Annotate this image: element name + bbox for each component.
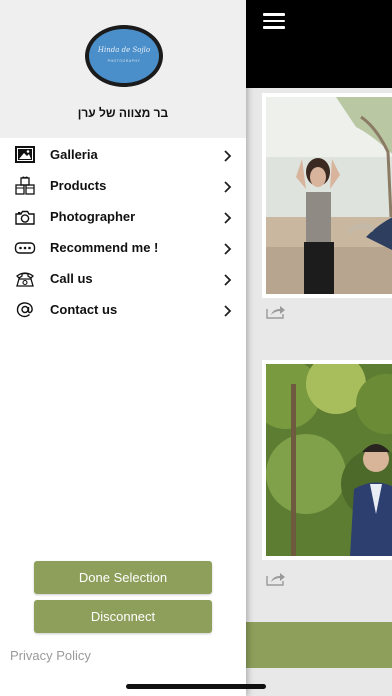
main-footer-bar (246, 622, 392, 668)
studio-logo: Hinda de Sojlo PHOTOGRAPHY (85, 25, 163, 87)
share-icon[interactable] (266, 572, 286, 586)
menu-item-call-us[interactable]: Call us (0, 263, 246, 294)
menu-item-photographer[interactable]: Photographer (0, 201, 246, 232)
chevron-right-icon (223, 149, 232, 162)
photo-card[interactable] (262, 93, 392, 298)
done-selection-button[interactable]: Done Selection (34, 561, 212, 594)
chevron-right-icon (223, 211, 232, 224)
main-header (246, 0, 392, 88)
chat-bubble-icon (14, 238, 36, 258)
app-screen: Hinda de Sojlo PHOTOGRAPHY בר מצווה של ע… (0, 0, 392, 696)
share-icon[interactable] (266, 305, 286, 319)
privacy-policy-link[interactable]: Privacy Policy (10, 648, 91, 663)
drawer-header: Hinda de Sojlo PHOTOGRAPHY בר מצווה של ע… (0, 0, 246, 138)
logo-script-text: Hinda de Sojlo (97, 46, 151, 54)
photo-card[interactable] (262, 360, 392, 560)
camera-icon (14, 207, 36, 227)
chevron-right-icon (223, 304, 232, 317)
main-content (246, 0, 392, 696)
photo-image (266, 364, 392, 556)
menu-label: Contact us (50, 302, 118, 317)
drawer-menu: Galleria Products Photographer Recommend… (0, 139, 246, 325)
phone-icon (14, 269, 36, 289)
logo-sub-text: PHOTOGRAPHY (107, 59, 141, 63)
chevron-right-icon (223, 180, 232, 193)
menu-item-contact-us[interactable]: Contact us (0, 294, 246, 325)
side-drawer: Hinda de Sojlo PHOTOGRAPHY בר מצווה של ע… (0, 0, 246, 696)
menu-label: Recommend me ! (50, 240, 159, 255)
menu-item-products[interactable]: Products (0, 170, 246, 201)
menu-item-galleria[interactable]: Galleria (0, 139, 246, 170)
home-indicator (126, 684, 266, 689)
products-icon (14, 176, 36, 196)
event-title: בר מצווה של ערן (77, 106, 169, 120)
menu-label: Call us (50, 271, 93, 286)
disconnect-button[interactable]: Disconnect (34, 600, 212, 633)
chevron-right-icon (223, 273, 232, 286)
menu-label: Photographer (50, 209, 136, 224)
at-sign-icon (14, 300, 36, 320)
chevron-right-icon (223, 242, 232, 255)
menu-label: Products (50, 178, 107, 193)
menu-label: Galleria (50, 147, 98, 162)
gallery-icon (14, 145, 36, 165)
hamburger-menu-icon[interactable] (263, 13, 285, 29)
photo-image (266, 97, 392, 294)
menu-item-recommend[interactable]: Recommend me ! (0, 232, 246, 263)
